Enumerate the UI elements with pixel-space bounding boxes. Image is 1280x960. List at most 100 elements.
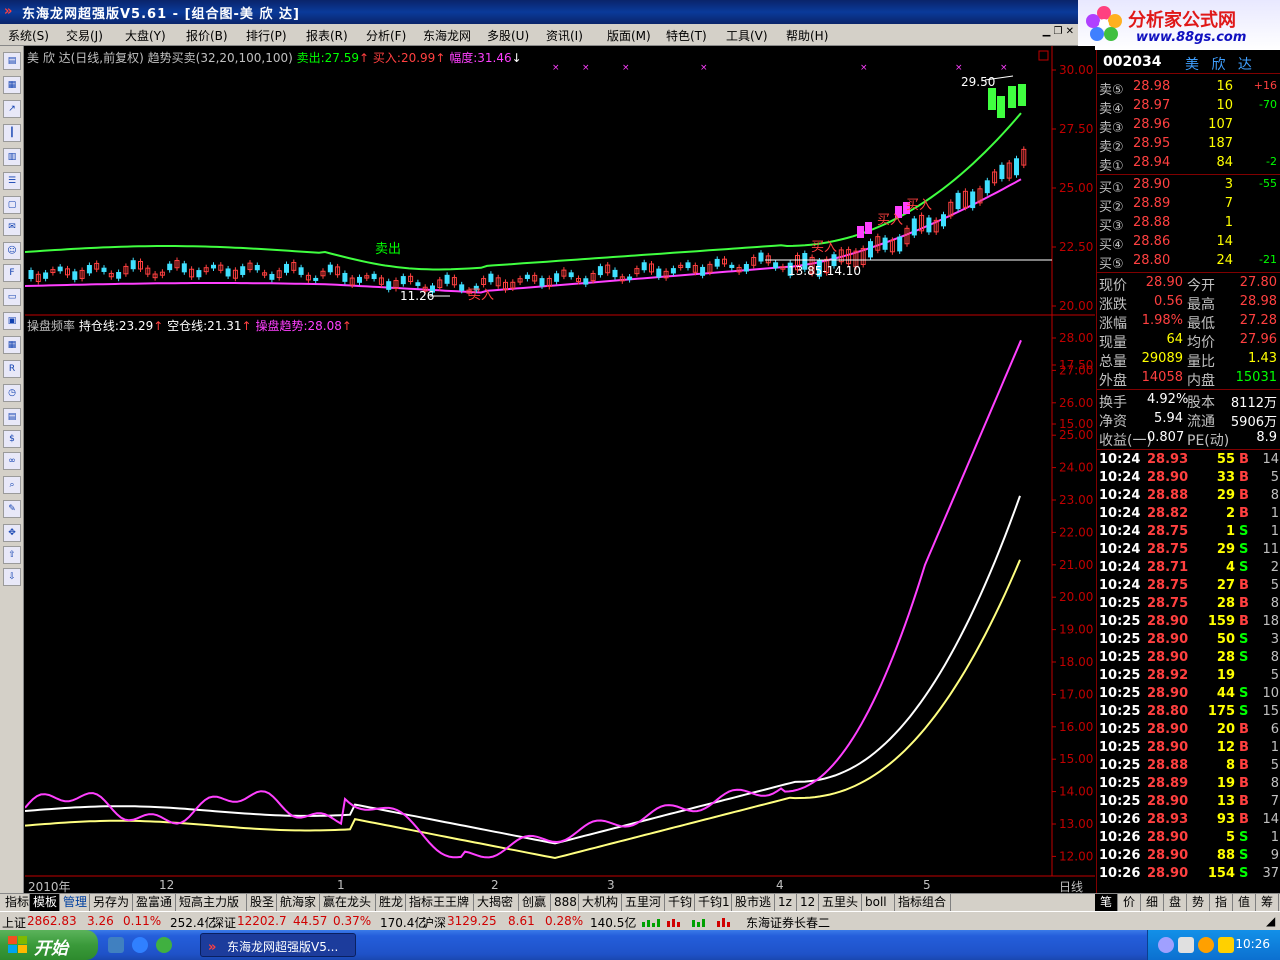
tab-3[interactable]: 另存为	[90, 894, 133, 912]
pencil-icon[interactable]: ✎	[3, 500, 21, 518]
tab-1[interactable]: 模板	[30, 894, 60, 912]
calendar-icon[interactable]: ▦	[3, 336, 21, 354]
quote-tab-5[interactable]: 指	[1210, 894, 1233, 912]
quote-tab-3[interactable]: 盘	[1164, 894, 1187, 912]
ask-volume: 16	[1216, 79, 1233, 94]
start-button[interactable]: 开始	[0, 930, 98, 960]
quote-tab-6[interactable]: 值	[1233, 894, 1256, 912]
tab-21[interactable]: 五里头	[819, 894, 862, 912]
bid-row[interactable]: 买③ 28.88 1	[1097, 214, 1280, 234]
tab-2[interactable]: 管理	[60, 894, 90, 912]
tab-5[interactable]: 短高主力版	[176, 894, 247, 912]
tab-0[interactable]: 指标	[2, 894, 30, 912]
close-icon[interactable]: ✕	[1066, 26, 1074, 37]
ie-icon[interactable]	[132, 937, 148, 953]
chart-area[interactable]: 30.00 27.50 25.00 22.50 20.00 17.50 15.00 28.0…	[25, 46, 1095, 894]
mail-icon[interactable]: ✉	[3, 218, 21, 236]
tab-11[interactable]: 大揭密	[474, 894, 519, 912]
tab-18[interactable]: 股市逃	[732, 894, 775, 912]
menu-help[interactable]: 帮助(H)	[786, 27, 828, 44]
line-chart-icon[interactable]: ↗	[3, 100, 21, 118]
quote-tab-0[interactable]: 笔	[1095, 894, 1118, 912]
sh-amount: 252.4亿	[170, 916, 217, 930]
tray-icon-2[interactable]	[1178, 937, 1194, 953]
quote-list-icon[interactable]: ▤	[3, 52, 21, 70]
tab-13[interactable]: 888	[551, 894, 579, 912]
menu-info[interactable]: 资讯(I)	[546, 27, 583, 44]
tab-12[interactable]: 创赢	[519, 894, 551, 912]
messenger-icon[interactable]	[156, 937, 172, 953]
indicator-axis-label: 23.00	[1059, 493, 1093, 507]
tab-7[interactable]: 航海家	[277, 894, 320, 912]
monitor-icon[interactable]: ▭	[3, 288, 21, 306]
candle-body	[342, 272, 348, 282]
quote-tab-7[interactable]: 筹	[1256, 894, 1279, 912]
menu-analysis[interactable]: 分析(F)	[366, 27, 406, 44]
ask-row[interactable]: 卖② 28.95 187	[1097, 135, 1280, 155]
menu-trade[interactable]: 交易(J)	[66, 27, 103, 44]
menu-special[interactable]: 特色(T)	[666, 27, 707, 44]
arrow-up-icon[interactable]: ⇧	[3, 546, 21, 564]
tab-20[interactable]: 12	[797, 894, 819, 912]
tab-17[interactable]: 千钧1	[695, 894, 732, 912]
tab-6[interactable]: 股圣	[247, 894, 277, 912]
ask-row[interactable]: 卖① 28.94 84 -2	[1097, 154, 1280, 174]
mdi-window-controls[interactable]: ▁ ❐ ✕	[1043, 26, 1074, 37]
resize-grip-icon[interactable]: ◢	[1266, 914, 1275, 928]
users-icon[interactable]: ☺	[3, 242, 21, 260]
range-label: 13.85-14.10	[788, 264, 861, 278]
taskbar-app-button[interactable]: » 东海龙网超强版V5...	[200, 933, 356, 957]
link-icon[interactable]: ∞	[3, 452, 21, 470]
tab-4[interactable]: 盈富通	[133, 894, 176, 912]
table-icon[interactable]: ☰	[3, 172, 21, 190]
bid-row[interactable]: 买⑤ 28.80 24 -21	[1097, 252, 1280, 272]
minimize-icon[interactable]: ▁	[1043, 26, 1051, 37]
rsi-icon[interactable]: R	[3, 360, 21, 378]
menu-multi[interactable]: 多股(U)	[487, 27, 529, 44]
menu-tools[interactable]: 工具(V)	[726, 27, 768, 44]
tab-15[interactable]: 五里河	[622, 894, 665, 912]
tab-10[interactable]: 指标王王牌	[406, 894, 474, 912]
tab-14[interactable]: 大机构	[579, 894, 622, 912]
document-icon[interactable]: ▢	[3, 196, 21, 214]
ask-row[interactable]: 卖④ 28.97 10 -70	[1097, 97, 1280, 117]
menu-system[interactable]: 系统(S)	[8, 27, 49, 44]
bid-row[interactable]: 买① 28.90 3 -55	[1097, 176, 1280, 196]
tab-9[interactable]: 胜龙	[376, 894, 406, 912]
grid-icon[interactable]: ▦	[3, 76, 21, 94]
quote-tab-2[interactable]: 细	[1141, 894, 1164, 912]
panel-toggle-icon[interactable]	[1038, 50, 1049, 61]
bid-row[interactable]: 买④ 28.86 14	[1097, 233, 1280, 253]
report-icon[interactable]: ▥	[3, 148, 21, 166]
money-icon[interactable]: $	[3, 430, 21, 448]
split-icon[interactable]: ▤	[3, 408, 21, 426]
tray-icon-3[interactable]	[1198, 937, 1214, 953]
quote-tab-1[interactable]: 价	[1118, 894, 1141, 912]
tab-16[interactable]: 千钧	[665, 894, 695, 912]
quote-tab-4[interactable]: 势	[1187, 894, 1210, 912]
f10-icon[interactable]: F	[3, 264, 21, 282]
bid-row[interactable]: 买② 28.89 7	[1097, 195, 1280, 215]
kline-icon[interactable]: ┃	[3, 124, 21, 142]
tab-22[interactable]: boll	[862, 894, 895, 912]
desktop-icon[interactable]	[108, 937, 124, 953]
menu-layout[interactable]: 版面(M)	[607, 27, 651, 44]
tab-19[interactable]: 1z	[775, 894, 797, 912]
ask-row[interactable]: 卖⑤ 28.98 16 +16	[1097, 78, 1280, 98]
menu-quote[interactable]: 报价(B)	[186, 27, 228, 44]
arrow-down-icon[interactable]: ⇩	[3, 568, 21, 586]
tab-8[interactable]: 赢在龙头	[320, 894, 376, 912]
move-icon[interactable]: ✥	[3, 524, 21, 542]
window-icon[interactable]: ▣	[3, 312, 21, 330]
tray-icon-1[interactable]	[1158, 937, 1174, 953]
zoom-icon[interactable]: ⌕	[3, 476, 21, 494]
menu-rank[interactable]: 排行(P)	[246, 27, 287, 44]
tab-23[interactable]: 指标组合	[895, 894, 951, 912]
ask-row[interactable]: 卖③ 28.96 107	[1097, 116, 1280, 136]
history-icon[interactable]: ◷	[3, 384, 21, 402]
menu-report[interactable]: 报表(R)	[306, 27, 348, 44]
menu-market[interactable]: 大盘(Y)	[125, 27, 166, 44]
menu-donghai[interactable]: 东海龙网	[423, 27, 471, 44]
restore-icon[interactable]: ❐	[1053, 26, 1062, 37]
volume-icon[interactable]	[1218, 937, 1234, 953]
